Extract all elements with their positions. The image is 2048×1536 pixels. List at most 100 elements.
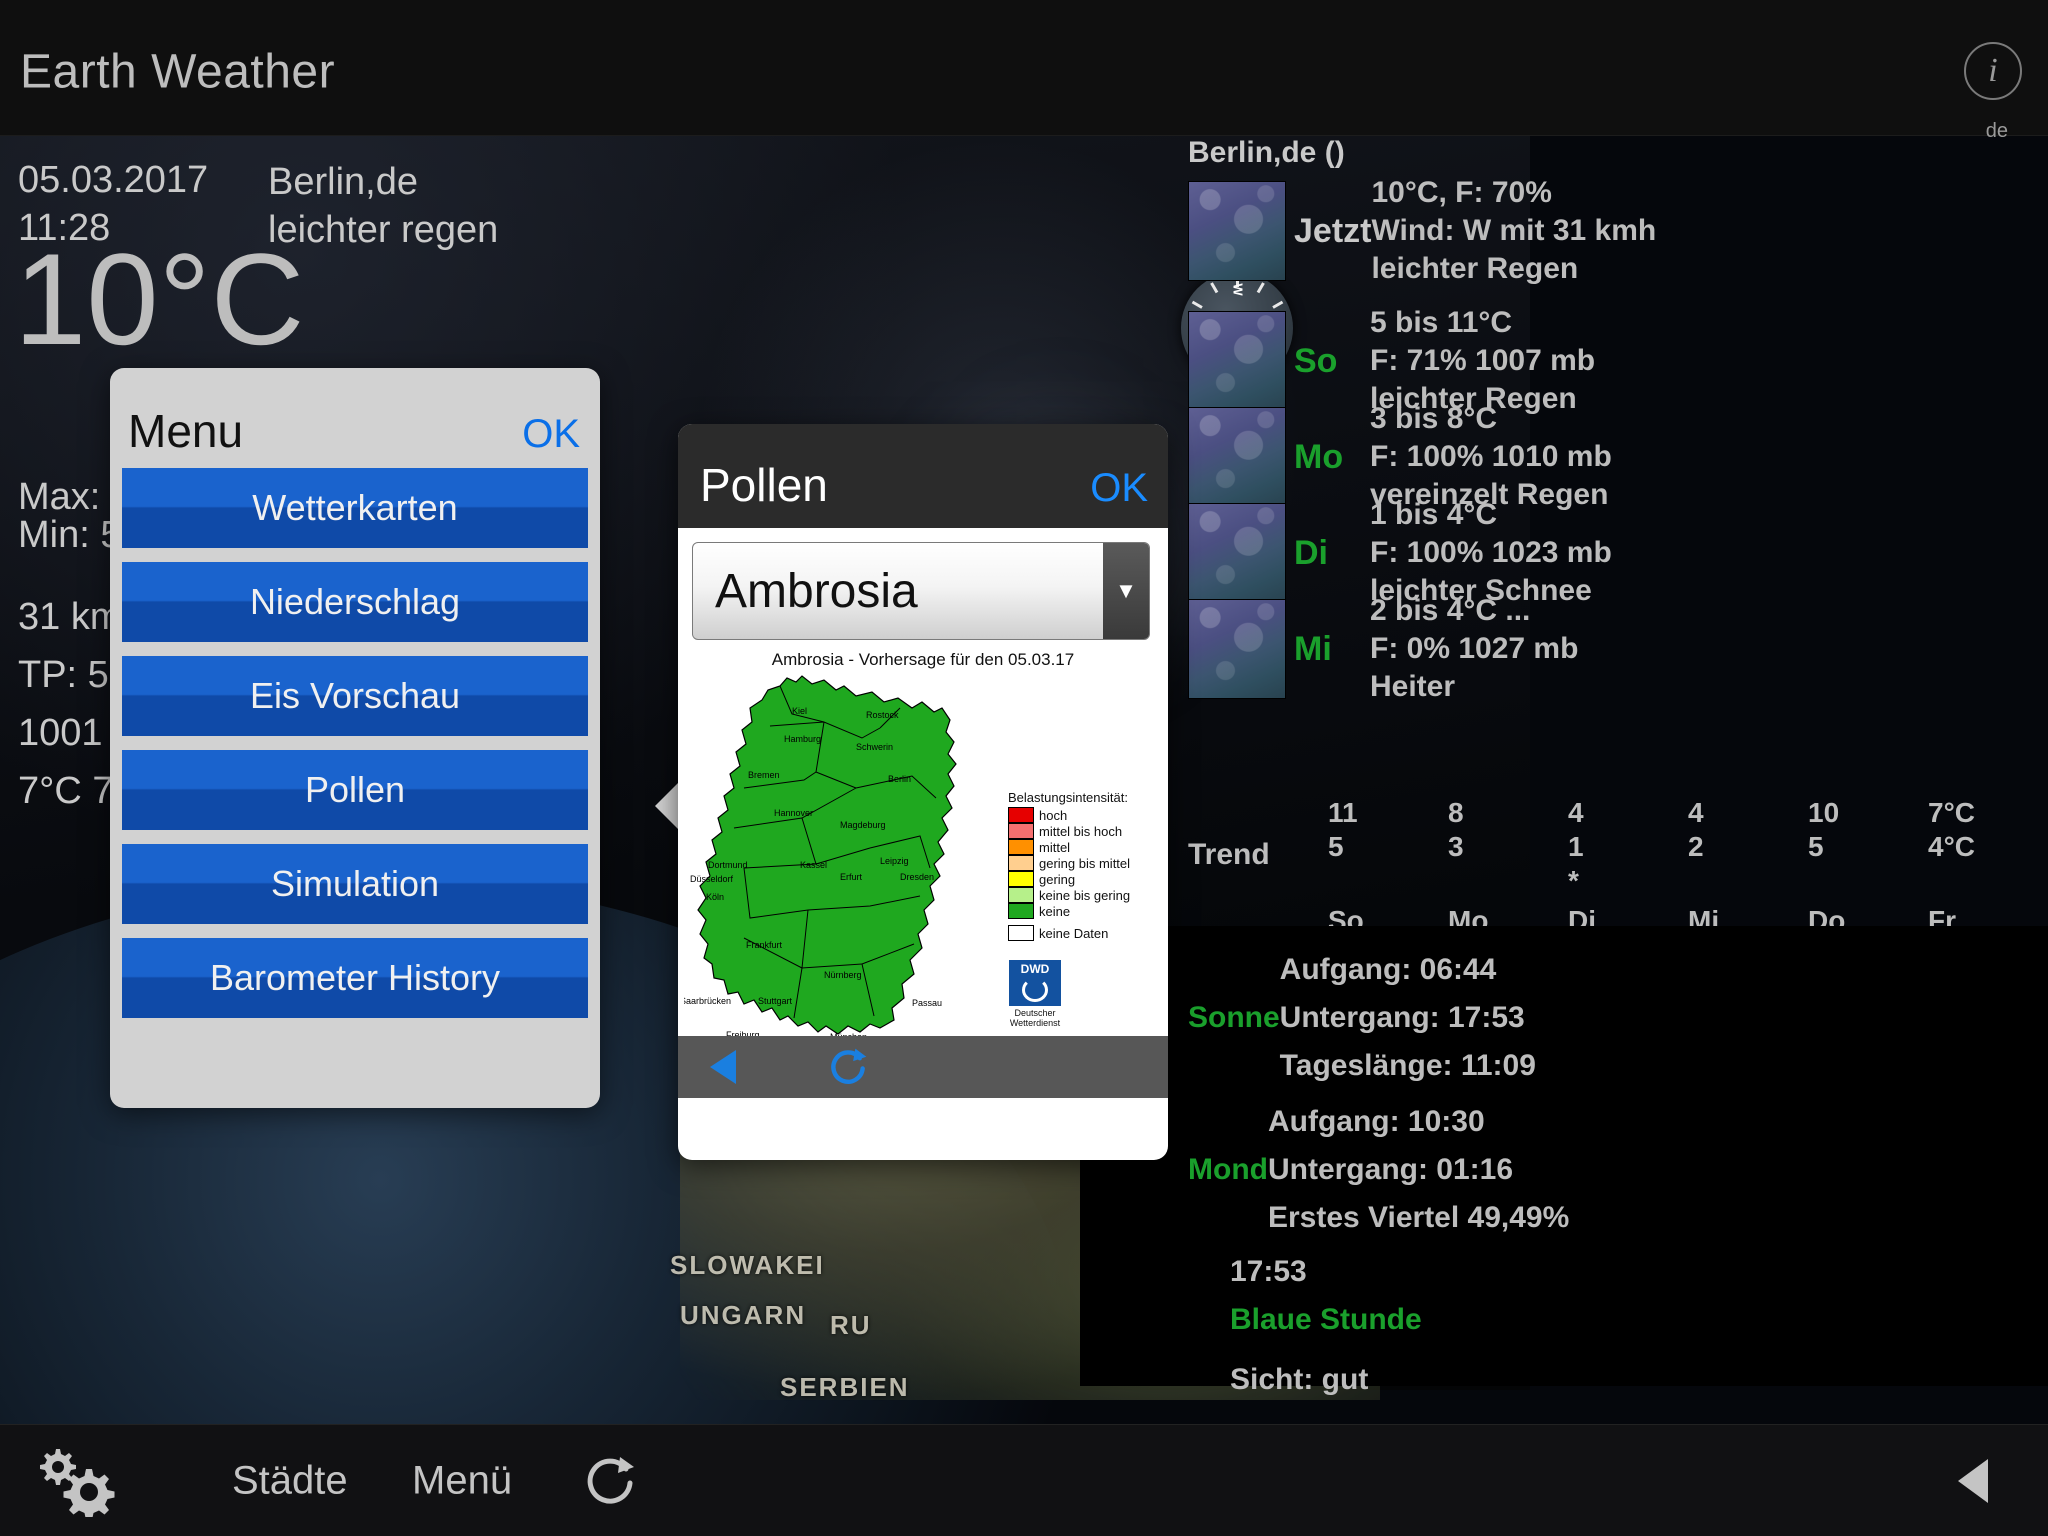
svg-text:Düsseldorf: Düsseldorf (690, 874, 734, 884)
moon-line: Untergang: 01:16 (1268, 1146, 1569, 1194)
forecast-day-label: So (1286, 342, 1370, 381)
trend-mark (1448, 864, 1568, 898)
menu-item-eis-vorschau[interactable]: Eis Vorschau (122, 656, 588, 736)
svg-text:Passau: Passau (912, 998, 942, 1008)
forecast-line: 10°C, F: 70% (1371, 174, 1656, 212)
forecast-details: 10°C, F: 70% Wind: W mit 31 kmh leichter… (1371, 174, 1656, 288)
moon-line: Erstes Viertel 49,49% (1268, 1194, 1569, 1242)
forecast-line: F: 71% 1007 mb (1370, 342, 1595, 380)
pollen-type-select[interactable]: Ambrosia ▼ (692, 542, 1150, 640)
chevron-down-icon[interactable]: ▼ (1103, 543, 1149, 639)
bottom-toolbar: Städte Menü (0, 1424, 2048, 1536)
legend-label: mittel bis hoch (1039, 824, 1122, 839)
svg-text:Dresden: Dresden (900, 872, 934, 882)
trend-label: Trend (1188, 838, 1270, 872)
menu-button[interactable]: Menü (412, 1458, 512, 1503)
back-triangle-icon[interactable] (710, 1050, 736, 1084)
menu-ok-button[interactable]: OK (522, 412, 580, 457)
pollen-dialog-title: Pollen (700, 458, 828, 512)
weather-thumbnail-icon (1188, 181, 1286, 281)
pollen-ok-button[interactable]: OK (1090, 466, 1148, 511)
cities-button[interactable]: Städte (232, 1458, 348, 1503)
dwd-caption: Deutscher Wetterdienst (1000, 1008, 1070, 1028)
menu-item-wetterkarten[interactable]: Wetterkarten (122, 468, 588, 548)
forecast-line: 1 bis 4°C (1370, 496, 1612, 534)
trend-high: 4 (1568, 796, 1688, 830)
menu-item-pollen[interactable]: Pollen (122, 750, 588, 830)
gears-icon[interactable] (34, 1445, 126, 1517)
dwd-swirl-icon (1022, 978, 1048, 1002)
svg-text:Berlin: Berlin (888, 774, 911, 784)
forecast-line: F: 100% 1010 mb (1370, 438, 1612, 476)
current-city: Berlin,de (268, 158, 418, 206)
trend-lows-row: 5 3 1 2 5 4°C (1328, 830, 2048, 864)
visibility-value: Sicht: gut (1230, 1356, 1368, 1404)
pollen-dialog-header: Pollen OK (678, 424, 1168, 528)
weather-thumbnail-icon (1188, 599, 1286, 699)
sun-line: Tageslänge: 11:09 (1280, 1042, 1536, 1090)
trend-mark: * (1568, 864, 1688, 898)
legend-label: gering bis mittel (1039, 856, 1130, 871)
legend-item: mittel bis hoch (1008, 823, 1158, 839)
weather-thumbnail-icon (1188, 503, 1286, 603)
legend-item: mittel (1008, 839, 1158, 855)
menu-item-barometer-history[interactable]: Barometer History (122, 938, 588, 1018)
trend-highs-row: 11 8 4 4 10 7°C (1328, 796, 2048, 830)
trend-high: 7°C (1928, 796, 2048, 830)
forecast-line: 2 bis 4°C ... (1370, 592, 1578, 630)
legend-swatch (1008, 823, 1034, 839)
visibility-details: Sicht: gut (1230, 1356, 1368, 1404)
legend-item: keine (1008, 903, 1158, 919)
trend-mark (1688, 864, 1808, 898)
back-triangle-icon[interactable] (1958, 1459, 1988, 1503)
legend-swatch (1008, 887, 1034, 903)
menu-item-simulation[interactable]: Simulation (122, 844, 588, 924)
menu-dialog: Menu OK Wetterkarten Niederschlag Eis Vo… (110, 368, 600, 1108)
current-date: 05.03.2017 (18, 159, 208, 201)
reload-icon[interactable] (580, 1451, 640, 1511)
trend-high: 8 (1448, 796, 1568, 830)
pollen-type-value: Ambrosia (693, 543, 1103, 639)
svg-text:Schwerin: Schwerin (856, 742, 893, 752)
trend-low: 5 (1808, 830, 1928, 864)
pollen-forecast-map: Ambrosia - Vorhersage für den 05.03.17 (678, 644, 1168, 1104)
forecast-row-4[interactable]: Mi 2 bis 4°C ... F: 0% 1027 mb Heiter (1080, 592, 2048, 706)
map-label-3: RU (830, 1310, 872, 1341)
svg-text:Hannover: Hannover (774, 808, 813, 818)
svg-text:Kassel: Kassel (800, 860, 827, 870)
svg-text:Kiel: Kiel (792, 706, 807, 716)
trend-mark (1328, 864, 1448, 898)
reload-icon[interactable] (826, 1045, 870, 1089)
svg-text:Rostock: Rostock (866, 710, 899, 720)
app-header: Earth Weather i de (0, 0, 2048, 136)
blue-hour-label: Blaue Stunde (1230, 1296, 1422, 1344)
info-circle-icon[interactable]: i (1964, 42, 2022, 100)
dwd-logo-block: DWD Deutscher Wetterdienst (1000, 960, 1070, 1028)
legend-swatch (1008, 925, 1034, 941)
forecast-day-label: Mi (1286, 630, 1370, 669)
legend-swatch (1008, 903, 1034, 919)
trend-low: 5 (1328, 830, 1448, 864)
legend-swatch (1008, 807, 1034, 823)
forecast-line: 5 bis 11°C (1370, 304, 1595, 342)
trend-mark (1808, 864, 1928, 898)
legend-label: hoch (1039, 808, 1067, 823)
blue-hour-time: 17:53 (1230, 1248, 1422, 1296)
svg-text:Hamburg: Hamburg (784, 734, 821, 744)
svg-text:Stuttgart: Stuttgart (758, 996, 793, 1006)
svg-text:Erfurt: Erfurt (840, 872, 863, 882)
legend-label: keine Daten (1039, 926, 1108, 941)
legend-item: gering (1008, 871, 1158, 887)
forecast-day-label: Jetzt (1286, 212, 1371, 251)
pollen-dialog-footer (678, 1036, 1168, 1098)
menu-item-niederschlag[interactable]: Niederschlag (122, 562, 588, 642)
forecast-line: Heiter (1370, 668, 1578, 706)
forecast-row-0[interactable]: Jetzt 10°C, F: 70% Wind: W mit 31 kmh le… (1080, 174, 2048, 288)
svg-text:Bremen: Bremen (748, 770, 780, 780)
sun-details: Aufgang: 06:44 Untergang: 17:53 Tageslän… (1280, 946, 1536, 1090)
forecast-details: 2 bis 4°C ... F: 0% 1027 mb Heiter (1370, 592, 1578, 706)
menu-dialog-header: Menu OK (110, 368, 600, 468)
menu-dialog-pointer (334, 1106, 398, 1108)
trend-mark (1928, 864, 2048, 898)
legend-label: keine bis gering (1039, 888, 1130, 903)
